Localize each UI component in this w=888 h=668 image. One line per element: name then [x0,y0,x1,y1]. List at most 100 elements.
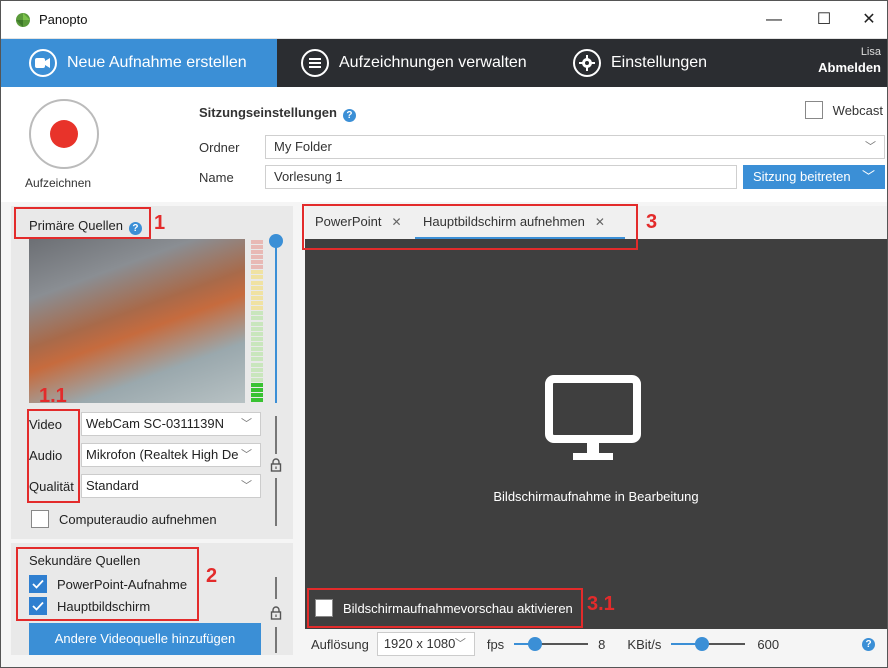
webcast-label: Webcast [832,102,883,118]
meter-segment [251,285,263,290]
chevron-down-icon: ﹀ [454,638,466,650]
link-line [275,627,277,653]
minimize-button[interactable]: — [754,7,794,33]
meter-segment [251,306,263,311]
meter-segment [251,347,263,352]
audio-level-meter [251,239,263,403]
annotation-label-2: 2 [206,565,218,587]
name-field[interactable]: Vorlesung 1 [265,165,737,189]
folder-label: Ordner [199,140,240,155]
quality-select[interactable]: Standard ﹀ [81,474,261,498]
window-title: Panopto [39,12,88,27]
kbits-label: KBit/s [627,636,662,652]
annotation-label-3: 3 [646,211,658,233]
tab-manage-recordings[interactable]: Aufzeichnungen verwalten [301,39,541,87]
meter-segment [251,321,263,326]
computer-audio-option[interactable]: Computeraudio aufnehmen [31,510,217,528]
kbits-value: 600 [757,636,780,652]
meter-segment [251,270,263,275]
help-icon[interactable]: ? [862,637,875,651]
audio-source-select[interactable]: Mikrofon (Realtek High De ﹀ [81,443,261,467]
meter-segment [251,393,263,398]
chevron-down-icon: ﹀ [241,480,252,492]
volume-slider-track[interactable] [275,239,277,403]
kbits-slider-handle[interactable] [695,637,710,651]
meter-segment [251,357,263,362]
meter-segment [251,239,263,244]
webcast-toggle[interactable]: Webcast [804,101,883,119]
screen-capture-stage: Bildschirmaufnahme in Bearbeitung Bildsc… [305,239,887,629]
meter-segment [251,372,263,377]
chevron-down-icon: ﹀ [241,418,252,430]
video-source-select[interactable]: WebCam SC-0311139N ﹀ [81,412,261,436]
resolution-select[interactable]: 1920 x 1080 ﹀ [376,632,475,656]
computer-audio-label: Computeraudio aufnehmen [59,511,217,527]
meter-segment [251,254,263,259]
join-session-button[interactable]: Sitzung beitreten ﹀ [743,165,885,189]
meter-segment [251,290,263,295]
chevron-down-icon: ﹀ [238,444,252,466]
main-nav: Neue Aufnahme erstellen Aufzeichnungen v… [1,39,887,87]
lock-icon[interactable] [270,606,282,620]
link-line [275,416,277,454]
annotation-box-3-1 [307,588,583,628]
fps-label: fps [486,636,505,652]
fps-slider[interactable] [514,637,589,651]
logout-link[interactable]: Abmelden [818,60,881,75]
meter-segment [251,377,263,382]
record-label: Aufzeichnen [25,176,92,190]
webcast-checkbox[interactable] [804,101,823,119]
meter-segment [251,331,263,336]
meter-segment [251,398,263,403]
list-icon [301,49,329,77]
meter-segment [251,362,263,367]
user-block: Lisa Abmelden [818,46,881,75]
annotation-box-1-1 [27,409,80,503]
folder-select[interactable]: My Folder ﹀ [265,135,885,159]
title-bar: Panopto — ☐ ✕ [1,1,887,39]
camera-icon [29,49,57,77]
tab-label: Einstellungen [611,54,708,71]
session-settings-title: Sitzungseinstellungen? [199,105,356,122]
record-button[interactable] [29,99,99,169]
panopto-logo-icon [16,13,30,27]
link-line [275,478,277,526]
session-area: Aufzeichnen Sitzungseinstellungen? Webca… [1,87,887,202]
tab-label: Aufzeichnungen verwalten [339,54,527,71]
capture-status-text: Bildschirmaufnahme in Bearbeitung [493,489,699,504]
meter-segment [251,280,263,285]
tab-settings[interactable]: Einstellungen [573,39,773,87]
meter-segment [251,295,263,300]
meter-segment [251,352,263,357]
meter-segment [251,342,263,346]
kbits-slider[interactable] [671,637,746,651]
chevron-down-icon: ﹀ [861,169,875,184]
meter-segment [251,383,263,387]
help-icon[interactable]: ? [342,109,356,122]
user-name: Lisa [860,46,881,58]
meter-segment [251,244,263,249]
annotation-label-1-1: 1.1 [39,385,67,407]
maximize-button[interactable]: ☐ [804,7,844,33]
tab-label: Neue Aufnahme erstellen [67,54,247,71]
meter-segment [251,301,263,305]
panopto-window: Panopto — ☐ ✕ Neue Aufnahme erstellen Au… [0,0,888,668]
name-label: Name [199,170,234,185]
link-line [275,577,277,599]
close-button[interactable]: ✕ [849,7,887,33]
meter-segment [251,311,263,316]
tab-new-recording[interactable]: Neue Aufnahme erstellen [1,39,277,87]
webcam-preview [29,239,245,403]
computer-audio-checkbox[interactable] [31,510,49,528]
meter-segment [251,249,263,254]
annotation-label-1: 1 [154,212,166,234]
fps-slider-handle[interactable] [528,637,543,651]
lock-icon[interactable] [270,458,282,472]
record-dot-icon [50,120,78,148]
annotation-box-1 [14,207,151,239]
volume-slider-handle[interactable] [269,234,283,248]
add-video-source-button[interactable]: Andere Videoquelle hinzufügen [29,623,261,655]
meter-segment [251,316,263,321]
resolution-label: Auflösung [311,636,369,652]
fps-value: 8 [598,636,606,652]
